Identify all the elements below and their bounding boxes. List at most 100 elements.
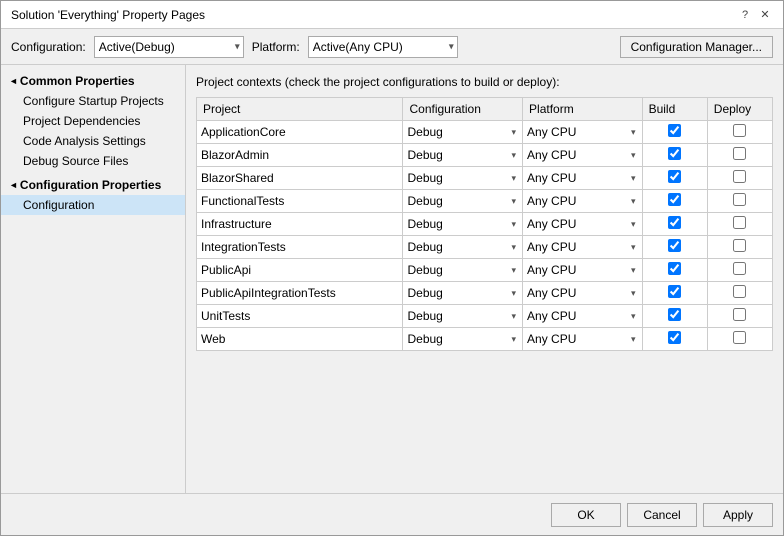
- table-row: ApplicationCoreDebugAny CPU: [197, 121, 773, 144]
- table-row: WebDebug Any CPU: [197, 328, 773, 351]
- config-manager-button[interactable]: Configuration Manager...: [620, 36, 773, 58]
- col-header-project: Project: [197, 98, 403, 121]
- sidebar-item-configuration[interactable]: Configuration: [1, 195, 185, 215]
- help-button[interactable]: ?: [737, 7, 753, 23]
- platform-label: Platform:: [252, 40, 300, 54]
- cell-project: UnitTests: [197, 305, 403, 328]
- sidebar-item-startup[interactable]: Configure Startup Projects: [1, 91, 185, 111]
- deploy-checkbox[interactable]: [733, 124, 746, 137]
- platform-row-dropdown[interactable]: Any CPU: [527, 123, 638, 141]
- cancel-button[interactable]: Cancel: [627, 503, 697, 527]
- sidebar-group-header-common[interactable]: Common Properties: [1, 71, 185, 91]
- config-row-dropdown[interactable]: Debug: [407, 284, 518, 302]
- dialog: Solution 'Everything' Property Pages ? ✕…: [0, 0, 784, 536]
- deploy-checkbox[interactable]: [733, 216, 746, 229]
- config-row-dropdown[interactable]: Debug: [407, 169, 518, 187]
- sidebar: Common Properties Configure Startup Proj…: [1, 65, 186, 493]
- cell-platform: Any CPU: [523, 213, 643, 236]
- cell-deploy: [707, 121, 772, 144]
- config-row-dropdown[interactable]: Debug: [407, 123, 518, 141]
- cell-config: Debug: [403, 121, 523, 144]
- col-header-config: Configuration: [403, 98, 523, 121]
- cell-deploy: [707, 144, 772, 167]
- cell-deploy: [707, 305, 772, 328]
- deploy-checkbox[interactable]: [733, 331, 746, 344]
- build-checkbox[interactable]: [668, 331, 681, 344]
- deploy-checkbox[interactable]: [733, 262, 746, 275]
- build-checkbox[interactable]: [668, 124, 681, 137]
- platform-dropdown[interactable]: Active(Any CPU): [308, 36, 458, 58]
- bottom-bar: OK Cancel Apply: [1, 493, 783, 535]
- deploy-checkbox[interactable]: [733, 239, 746, 252]
- ok-button[interactable]: OK: [551, 503, 621, 527]
- table-row: FunctionalTestsDebugAny CPU: [197, 190, 773, 213]
- cell-build: [642, 328, 707, 351]
- build-checkbox[interactable]: [668, 216, 681, 229]
- build-checkbox[interactable]: [668, 262, 681, 275]
- cell-build: [642, 190, 707, 213]
- build-checkbox[interactable]: [668, 308, 681, 321]
- cell-build: [642, 144, 707, 167]
- config-row-dropdown[interactable]: Debug: [407, 146, 518, 164]
- close-button[interactable]: ✕: [757, 7, 773, 23]
- platform-row-dropdown[interactable]: Any CPU: [527, 284, 638, 302]
- cell-project: PublicApiIntegrationTests: [197, 282, 403, 305]
- build-checkbox[interactable]: [668, 239, 681, 252]
- build-checkbox[interactable]: [668, 193, 681, 206]
- build-checkbox[interactable]: [668, 285, 681, 298]
- cell-config: Debug: [403, 190, 523, 213]
- col-header-platform: Platform: [523, 98, 643, 121]
- cell-config: Debug: [403, 328, 523, 351]
- config-row-dropdown[interactable]: Debug: [407, 307, 518, 325]
- apply-button[interactable]: Apply: [703, 503, 773, 527]
- config-row-dropdown[interactable]: Debug: [407, 215, 518, 233]
- cell-platform: Any CPU: [523, 282, 643, 305]
- config-row-dropdown[interactable]: Debug: [407, 238, 518, 256]
- config-row-dropdown[interactable]: Debug: [407, 261, 518, 279]
- platform-row-dropdown[interactable]: Any CPU: [527, 146, 638, 164]
- build-checkbox[interactable]: [668, 170, 681, 183]
- sidebar-item-dependencies[interactable]: Project Dependencies: [1, 111, 185, 131]
- cell-project: BlazorAdmin: [197, 144, 403, 167]
- deploy-checkbox[interactable]: [733, 308, 746, 321]
- platform-row-dropdown[interactable]: Any CPU: [527, 330, 638, 348]
- deploy-checkbox[interactable]: [733, 147, 746, 160]
- cell-platform: Any CPU: [523, 259, 643, 282]
- cell-config: Debug: [403, 259, 523, 282]
- platform-row-dropdown[interactable]: Any CPU: [527, 192, 638, 210]
- platform-row-dropdown[interactable]: Any CPU: [527, 238, 638, 256]
- configuration-dropdown[interactable]: Active(Debug): [94, 36, 244, 58]
- config-properties-label: Configuration Properties: [20, 178, 161, 192]
- cell-project: Web: [197, 328, 403, 351]
- deploy-checkbox[interactable]: [733, 193, 746, 206]
- sidebar-item-code-analysis[interactable]: Code Analysis Settings: [1, 131, 185, 151]
- table-row: InfrastructureDebugAny CPU: [197, 213, 773, 236]
- platform-row-dropdown[interactable]: Any CPU: [527, 307, 638, 325]
- cell-build: [642, 236, 707, 259]
- build-checkbox[interactable]: [668, 147, 681, 160]
- deploy-checkbox[interactable]: [733, 170, 746, 183]
- cell-platform: Any CPU: [523, 305, 643, 328]
- title-bar: Solution 'Everything' Property Pages ? ✕: [1, 1, 783, 29]
- deploy-checkbox[interactable]: [733, 285, 746, 298]
- table-row: IntegrationTestsDebugAny CPU: [197, 236, 773, 259]
- config-bar: Configuration: Active(Debug) Platform: A…: [1, 29, 783, 65]
- sidebar-item-debug-source[interactable]: Debug Source Files: [1, 151, 185, 171]
- config-row-dropdown[interactable]: Debug: [407, 330, 518, 348]
- cell-project: BlazorShared: [197, 167, 403, 190]
- cell-config: Debug: [403, 167, 523, 190]
- cell-platform: Any CPU: [523, 121, 643, 144]
- cell-build: [642, 305, 707, 328]
- table-header-row: Project Configuration Platform Build Dep…: [197, 98, 773, 121]
- cell-build: [642, 282, 707, 305]
- sidebar-group-header-config[interactable]: Configuration Properties: [1, 175, 185, 195]
- cell-platform: Any CPU: [523, 144, 643, 167]
- cell-platform: Any CPU: [523, 190, 643, 213]
- right-panel: Project contexts (check the project conf…: [186, 65, 783, 493]
- main-content: Common Properties Configure Startup Proj…: [1, 65, 783, 493]
- platform-row-dropdown[interactable]: Any CPU: [527, 215, 638, 233]
- config-row-dropdown[interactable]: Debug: [407, 192, 518, 210]
- table-row: BlazorSharedDebug Any CPU: [197, 167, 773, 190]
- platform-row-dropdown[interactable]: Any CPU: [527, 169, 638, 187]
- platform-row-dropdown[interactable]: Any CPU: [527, 261, 638, 279]
